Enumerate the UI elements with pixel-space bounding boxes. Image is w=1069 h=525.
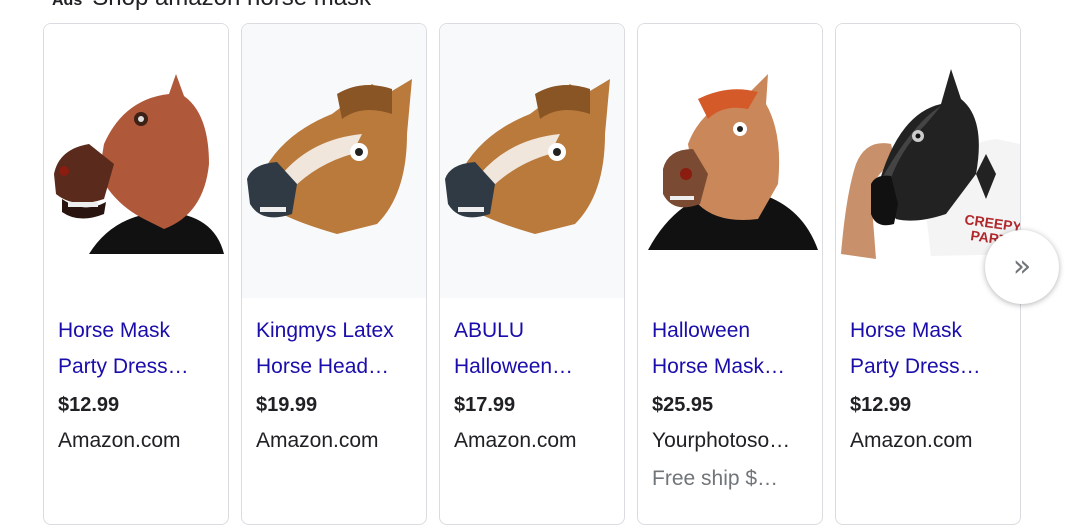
ads-label: Ads xyxy=(52,0,83,9)
product-title-line[interactable]: ABULU xyxy=(454,313,612,349)
horse-mask-tan-icon xyxy=(638,24,822,298)
product-carousel: Horse Mask Party Dress… $12.99 Amazon.co… xyxy=(43,23,1069,525)
carousel-next-button[interactable]: » xyxy=(985,230,1059,304)
product-store: Amazon.com xyxy=(256,429,379,452)
product-price: $12.99 xyxy=(58,394,120,416)
product-card[interactable]: Horse Mask Party Dress… $12.99 Amazon.co… xyxy=(43,23,229,525)
product-card[interactable]: ABULU Halloween… $17.99 Amazon.com xyxy=(439,23,625,525)
shipping-info: Free ship $… xyxy=(652,467,779,490)
product-store: Amazon.com xyxy=(454,429,577,452)
section-title: Shop amazon horse mask xyxy=(92,0,371,11)
section-heading: Ads Shop amazon horse mask xyxy=(52,0,371,12)
product-title-line[interactable]: Horse Mask xyxy=(850,313,1008,349)
double-chevron-right-icon: » xyxy=(1012,249,1032,284)
product-title-line[interactable]: Party Dress… xyxy=(850,349,1008,385)
horse-head-mask-icon xyxy=(242,24,426,298)
product-title-line[interactable]: Halloween xyxy=(652,313,810,349)
product-image[interactable] xyxy=(44,24,228,298)
horse-mask-realistic-brown-icon xyxy=(44,24,228,298)
product-title-line[interactable]: Halloween… xyxy=(454,349,612,385)
product-card[interactable]: Halloween Horse Mask… $25.95 Yourphotoso… xyxy=(637,23,823,525)
product-price: $25.95 xyxy=(652,394,714,416)
product-title-line[interactable]: Party Dress… xyxy=(58,349,216,385)
product-price: $19.99 xyxy=(256,394,318,416)
product-image[interactable] xyxy=(638,24,822,298)
product-title-line[interactable]: Kingmys Latex xyxy=(256,313,414,349)
product-price: $12.99 xyxy=(850,394,912,416)
product-price: $17.99 xyxy=(454,394,516,416)
product-card[interactable]: Kingmys Latex Horse Head… $19.99 Amazon.… xyxy=(241,23,427,525)
product-title-line[interactable]: Horse Mask xyxy=(58,313,216,349)
product-title-line[interactable]: Horse Mask… xyxy=(652,349,810,385)
product-store: Amazon.com xyxy=(850,429,973,452)
product-store: Yourphotoso… xyxy=(652,429,791,452)
product-title-line[interactable]: Horse Head… xyxy=(256,349,414,385)
horse-head-mask-icon xyxy=(440,24,624,298)
product-store: Amazon.com xyxy=(58,429,181,452)
product-image[interactable] xyxy=(242,24,426,298)
product-image[interactable] xyxy=(440,24,624,298)
